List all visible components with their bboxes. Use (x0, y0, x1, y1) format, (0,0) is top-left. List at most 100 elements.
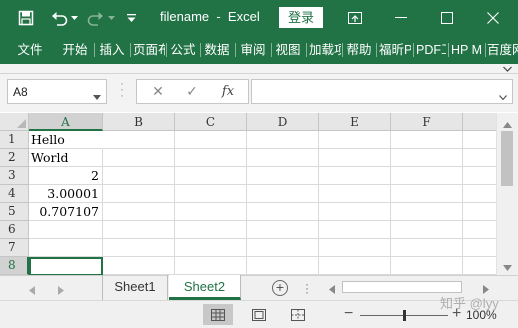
cell-d3[interactable] (247, 167, 319, 185)
tab-formulas[interactable]: 公式 (168, 36, 198, 64)
cell-d6[interactable] (247, 221, 319, 239)
cell-a5[interactable]: 0.707107 (29, 203, 103, 221)
page-layout-view-button[interactable] (244, 304, 274, 325)
cell-e2[interactable] (319, 149, 391, 167)
save-icon[interactable] (14, 0, 38, 36)
zoom-out-button[interactable]: − (344, 305, 353, 323)
cell-b4[interactable] (103, 185, 175, 203)
cell-b6[interactable] (103, 221, 175, 239)
column-header-f[interactable]: F (391, 113, 463, 131)
cell-a6[interactable] (29, 221, 103, 239)
minimize-icon[interactable] (378, 0, 424, 36)
scroll-up-icon[interactable] (503, 117, 512, 131)
expand-formula-bar-icon[interactable] (499, 89, 507, 103)
chevron-down-icon[interactable] (93, 89, 101, 103)
cell-b5[interactable] (103, 203, 175, 221)
cell-c8[interactable] (175, 257, 247, 275)
cell-f5[interactable] (391, 203, 463, 221)
tab-review[interactable]: 审阅 (238, 36, 268, 64)
splitter-handle-icon[interactable]: · · · (120, 77, 124, 101)
column-header-e[interactable]: E (319, 113, 391, 131)
cell-c4[interactable] (175, 185, 247, 203)
cell-c1[interactable] (175, 131, 247, 149)
cell-e7[interactable] (319, 239, 391, 257)
cell-e6[interactable] (319, 221, 391, 239)
column-header-a[interactable]: A (29, 113, 103, 131)
cell-d5[interactable] (247, 203, 319, 221)
zoom-slider-handle[interactable] (403, 310, 406, 321)
cell-f8[interactable] (391, 257, 463, 275)
tab-add-ins[interactable]: 加载项 (309, 36, 341, 64)
cell-b2[interactable] (103, 149, 175, 167)
collapse-ribbon-icon[interactable] (503, 64, 512, 74)
cell-c2[interactable] (175, 149, 247, 167)
redo-dropdown-icon[interactable] (106, 0, 116, 36)
cell-f7[interactable] (391, 239, 463, 257)
cell-f4[interactable] (391, 185, 463, 203)
cell-e8[interactable] (319, 257, 391, 275)
close-icon[interactable] (470, 0, 516, 36)
tab-help[interactable]: 帮助 (344, 36, 374, 64)
cell-d2[interactable] (247, 149, 319, 167)
scroll-down-icon[interactable] (503, 260, 512, 274)
cell-b1[interactable] (103, 131, 175, 149)
cell-f1[interactable] (391, 131, 463, 149)
tab-data[interactable]: 数据 (202, 36, 232, 64)
row-header-3[interactable]: 3 (0, 167, 29, 185)
column-header-b[interactable]: B (103, 113, 175, 131)
cell-e4[interactable] (319, 185, 391, 203)
select-all-button[interactable] (0, 113, 29, 131)
row-header-2[interactable]: 2 (0, 149, 29, 167)
tab-file[interactable]: 文件 (10, 36, 50, 64)
cell-a4[interactable]: 3.00001 (29, 185, 103, 203)
undo-dropdown-icon[interactable] (69, 0, 79, 36)
cell-d8[interactable] (247, 257, 319, 275)
row-header-5[interactable]: 5 (0, 203, 29, 221)
sheet-tab-sheet2[interactable]: Sheet2 (169, 275, 241, 300)
normal-view-button[interactable] (203, 304, 233, 325)
tab-view[interactable]: 视图 (273, 36, 303, 64)
customize-qat-icon[interactable] (124, 0, 138, 36)
cell-c7[interactable] (175, 239, 247, 257)
formula-input[interactable] (251, 79, 513, 104)
tab-baidu-netdisk[interactable]: 百度网盘 (487, 36, 518, 64)
vertical-scroll-thumb[interactable] (501, 131, 513, 186)
tab-hp-mfp[interactable]: HP MFP (451, 36, 483, 64)
cell-c6[interactable] (175, 221, 247, 239)
cell-a2[interactable]: World (29, 149, 103, 167)
row-header-1[interactable]: 1 (0, 131, 29, 149)
cell-d1[interactable] (247, 131, 319, 149)
ribbon-display-options-icon[interactable] (332, 0, 378, 36)
login-button[interactable]: 登录 (279, 7, 323, 28)
row-header-4[interactable]: 4 (0, 185, 29, 203)
cell-b8[interactable] (103, 257, 175, 275)
horizontal-scroll-thumb[interactable] (342, 281, 462, 293)
tab-home[interactable]: 开始 (57, 36, 93, 64)
column-header-d[interactable]: D (247, 113, 319, 131)
enter-icon[interactable]: ✓ (177, 80, 207, 103)
vertical-scrollbar[interactable] (496, 113, 518, 275)
cell-f3[interactable] (391, 167, 463, 185)
active-cell-a8[interactable] (29, 257, 103, 275)
page-break-preview-button[interactable] (283, 304, 313, 325)
undo-icon[interactable] (48, 0, 70, 36)
cell-e3[interactable] (319, 167, 391, 185)
tab-pdf-tools[interactable]: PDF工具集 (416, 36, 446, 64)
cell-e1[interactable] (319, 131, 391, 149)
cell-c3[interactable] (175, 167, 247, 185)
row-header-7[interactable]: 7 (0, 239, 29, 257)
cell-b3[interactable] (103, 167, 175, 185)
tab-page-layout[interactable]: 页面布局 (133, 36, 165, 64)
row-header-8[interactable]: 8 (0, 257, 29, 275)
cell-a7[interactable] (29, 239, 103, 257)
name-box[interactable]: A8 (7, 79, 107, 104)
cell-a1[interactable]: Hello (29, 131, 103, 149)
worksheet-grid[interactable]: A B C D E F 1 2 3 4 5 6 7 8 Hello World … (0, 113, 518, 275)
scroll-left-icon[interactable] (329, 283, 335, 297)
tab-splitter-handle-icon[interactable]: · · · (305, 278, 309, 298)
cell-d7[interactable] (247, 239, 319, 257)
cell-b7[interactable] (103, 239, 175, 257)
row-header-6[interactable]: 6 (0, 221, 29, 239)
cell-a3[interactable]: 2 (29, 167, 103, 185)
redo-icon[interactable] (84, 0, 106, 36)
